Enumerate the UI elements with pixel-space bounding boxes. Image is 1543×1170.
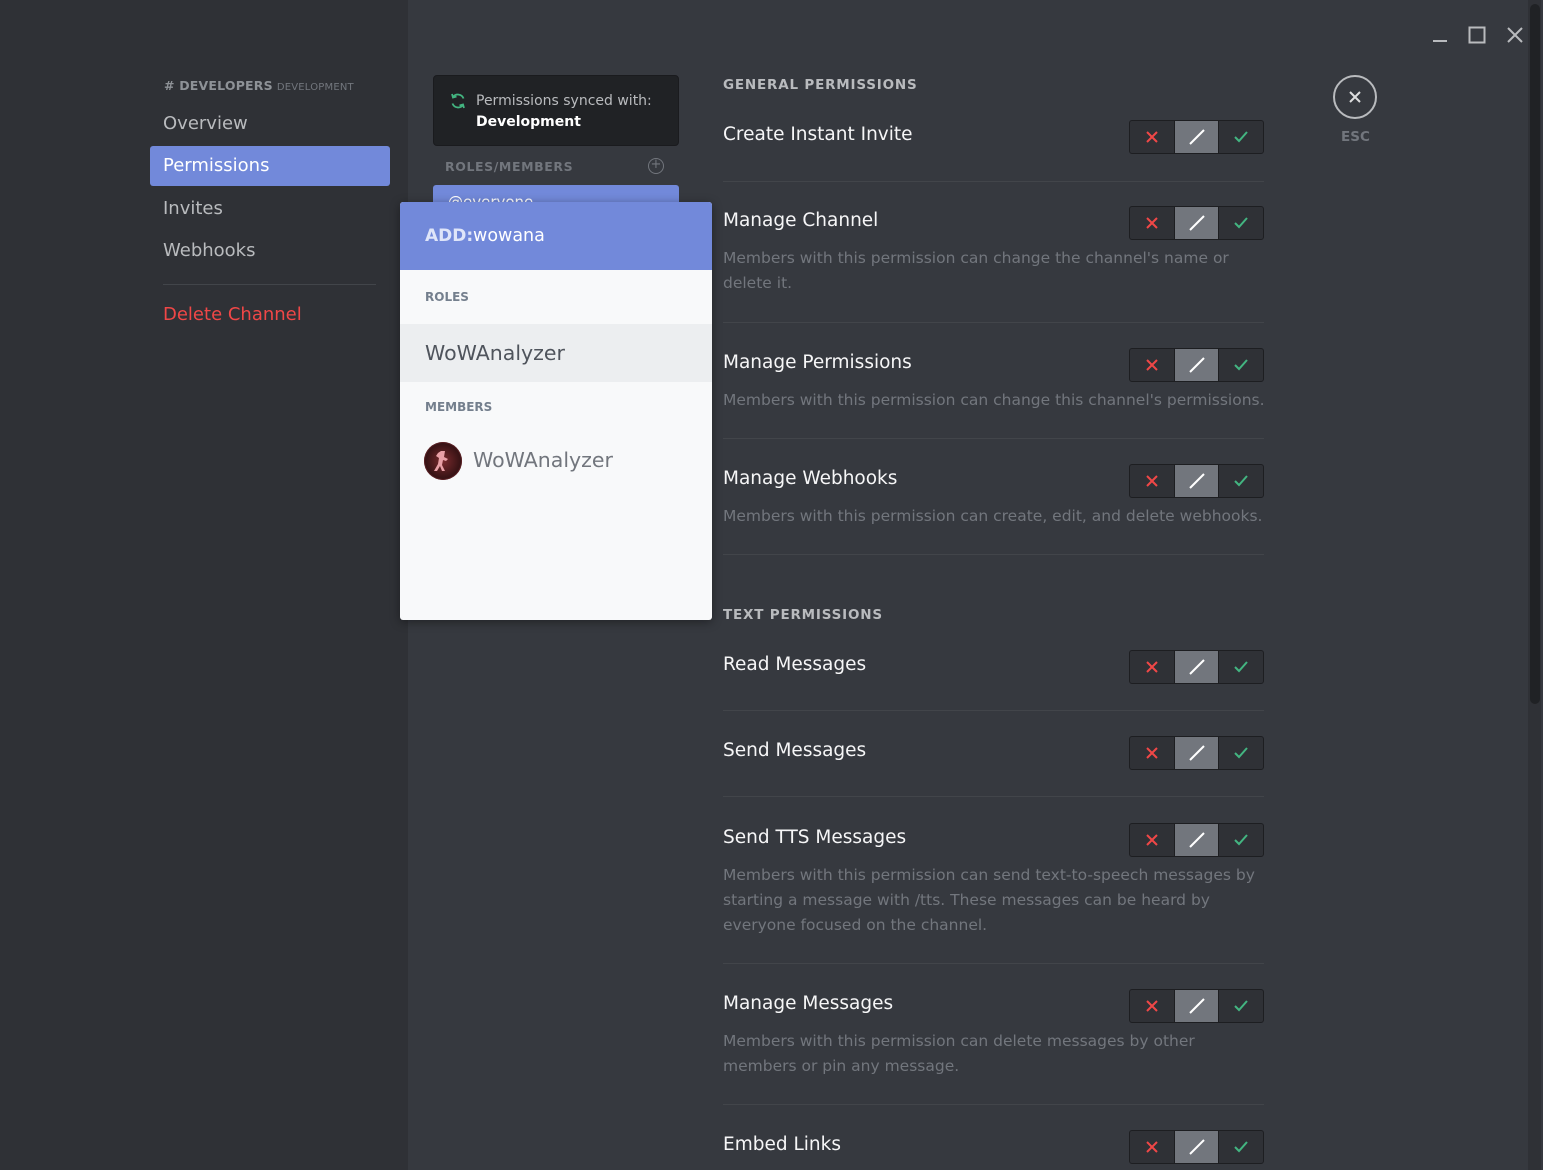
member-name: WoWAnalyzer [473, 448, 613, 472]
allow-check-icon[interactable] [1218, 651, 1263, 683]
permission-divider [723, 796, 1264, 797]
avatar [424, 442, 462, 480]
neutral-slash-icon[interactable] [1173, 824, 1219, 856]
allow-check-icon[interactable] [1218, 990, 1263, 1022]
permission-divider [723, 438, 1264, 439]
sync-target[interactable]: Development [476, 114, 581, 130]
permission-title: Send TTS Messages [723, 827, 907, 848]
permission-description: Members with this permission can create,… [723, 507, 1263, 525]
permission-description: Members with this permission can delete … [723, 1032, 1195, 1075]
permission-divider [723, 1104, 1264, 1105]
channel-category: DEVELOPMENT [276, 82, 354, 93]
neutral-slash-icon[interactable] [1173, 465, 1219, 497]
maximize-icon[interactable] [1466, 24, 1488, 46]
popup-member-result[interactable]: WoWAnalyzer [400, 434, 712, 490]
deny-x-icon[interactable] [1130, 737, 1174, 769]
sidebar-item-permissions[interactable]: Permissions [150, 146, 390, 186]
add-search-input[interactable] [473, 223, 693, 249]
text-permissions-header: TEXT PERMISSIONS [723, 607, 883, 623]
permission-toggle [1129, 823, 1264, 857]
deny-x-icon[interactable] [1130, 349, 1174, 381]
neutral-slash-icon[interactable] [1173, 207, 1219, 239]
allow-check-icon[interactable] [1218, 824, 1263, 856]
channel-header: # DEVELOPERS DEVELOPMENT [164, 78, 354, 93]
allow-check-icon[interactable] [1218, 737, 1263, 769]
permission-toggle [1129, 736, 1264, 770]
neutral-slash-icon[interactable] [1173, 121, 1219, 153]
sidebar-divider [163, 284, 376, 285]
permission-toggle [1129, 1130, 1264, 1164]
popup-header: ADD: [400, 202, 712, 270]
permission-toggle [1129, 650, 1264, 684]
permission-title: Manage Channel [723, 210, 879, 231]
allow-check-icon[interactable] [1218, 465, 1263, 497]
permissions-sync-notice: Permissions synced with: Development [433, 75, 679, 146]
deny-x-icon[interactable] [1130, 1131, 1174, 1163]
permission-toggle [1129, 206, 1264, 240]
add-role-member-popup: ADD: ROLES WoWAnalyzer MEMBERS WoWAnalyz… [400, 202, 712, 620]
allow-check-icon[interactable] [1218, 207, 1263, 239]
sidebar-item-overview[interactable]: Overview [150, 104, 390, 144]
permission-toggle [1129, 348, 1264, 382]
neutral-slash-icon[interactable] [1173, 349, 1219, 381]
sync-icon [451, 93, 465, 109]
permission-title: Create Instant Invite [723, 124, 913, 145]
permission-title: Send Messages [723, 740, 867, 761]
sync-text: Permissions synced with: [476, 93, 652, 109]
neutral-slash-icon[interactable] [1173, 737, 1219, 769]
popup-roles-header: ROLES [425, 290, 469, 304]
permission-title: Manage Webhooks [723, 468, 898, 489]
permission-description: Members with this permission can change … [723, 391, 1265, 409]
roles-members-header: ROLES/MEMBERS [445, 159, 574, 174]
allow-check-icon[interactable] [1218, 121, 1263, 153]
delete-channel-button[interactable]: Delete Channel [150, 295, 390, 335]
permission-divider [723, 554, 1264, 555]
permission-divider [723, 181, 1264, 182]
general-permissions-header: GENERAL PERMISSIONS [723, 77, 918, 93]
close-settings-button[interactable] [1333, 75, 1377, 119]
sidebar-item-invites[interactable]: Invites [150, 189, 390, 229]
permission-divider [723, 963, 1264, 964]
permission-description: Members with this permission can send te… [723, 866, 1255, 934]
popup-role-result[interactable]: WoWAnalyzer [400, 324, 712, 382]
window-close-icon[interactable] [1504, 24, 1526, 46]
deny-x-icon[interactable] [1130, 824, 1174, 856]
permission-title: Manage Messages [723, 993, 894, 1014]
neutral-slash-icon[interactable] [1173, 1131, 1219, 1163]
minimize-icon[interactable] [1429, 24, 1451, 46]
deny-x-icon[interactable] [1130, 121, 1174, 153]
add-circle-icon[interactable]: + [648, 158, 664, 174]
allow-check-icon[interactable] [1218, 1131, 1263, 1163]
esc-label: ESC [1341, 129, 1370, 145]
permission-divider [723, 710, 1264, 711]
neutral-slash-icon[interactable] [1173, 990, 1219, 1022]
permission-toggle [1129, 120, 1264, 154]
permission-title: Embed Links [723, 1134, 841, 1155]
permission-toggle [1129, 464, 1264, 498]
neutral-slash-icon[interactable] [1173, 651, 1219, 683]
sidebar-item-webhooks[interactable]: Webhooks [150, 231, 390, 271]
permission-description: Members with this permission can change … [723, 249, 1229, 292]
allow-check-icon[interactable] [1218, 349, 1263, 381]
permission-title: Read Messages [723, 654, 867, 675]
deny-x-icon[interactable] [1130, 651, 1174, 683]
channel-name: # DEVELOPERS [164, 78, 273, 93]
permission-toggle [1129, 989, 1264, 1023]
permission-divider [723, 322, 1264, 323]
scrollbar-thumb[interactable] [1530, 4, 1540, 704]
permission-title: Manage Permissions [723, 352, 912, 373]
deny-x-icon[interactable] [1130, 990, 1174, 1022]
popup-members-header: MEMBERS [425, 400, 493, 414]
add-label: ADD: [425, 226, 474, 246]
deny-x-icon[interactable] [1130, 465, 1174, 497]
close-icon [1349, 91, 1361, 103]
deny-x-icon[interactable] [1130, 207, 1174, 239]
